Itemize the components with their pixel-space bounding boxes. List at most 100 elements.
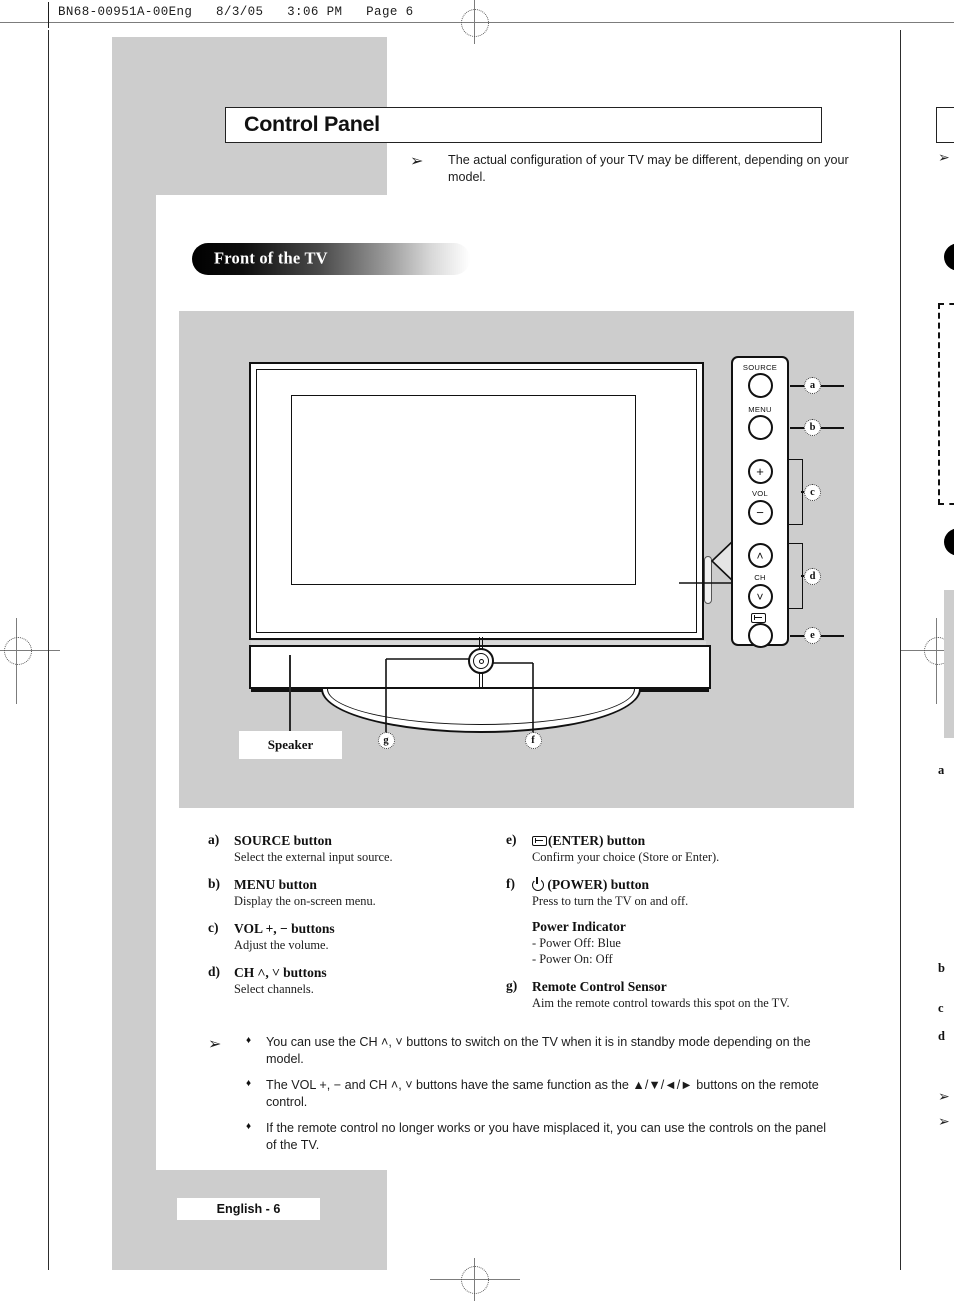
bottom-notes: ➢ ♦ You can use the CH ˄, ˅ buttons to s… xyxy=(208,1034,828,1163)
tv-cabinet xyxy=(249,362,704,640)
ch-down-button[interactable]: ˅ xyxy=(747,584,773,609)
gray-block-left-rail xyxy=(112,195,156,1270)
legend-sub-g: Aim the remote control towards this spot… xyxy=(532,996,790,1010)
legend-head-c: VOL +, − buttons xyxy=(234,921,335,936)
note-item-2: ♦ The VOL +, − and CH ˄, ˅ buttons have … xyxy=(246,1077,828,1111)
source-button[interactable] xyxy=(747,373,773,398)
legend-sub-e: Confirm your choice (Store or Enter). xyxy=(532,850,720,864)
ch-up-button[interactable]: ˄ xyxy=(747,543,773,568)
note-bullet-icon-2: ♦ xyxy=(246,1078,252,1089)
power-indicator-head: Power Indicator xyxy=(532,919,626,934)
legend-head-f: (POWER) button xyxy=(532,876,858,893)
bleed-letter-c: c xyxy=(938,1001,944,1015)
legend-column-left: a) SOURCE button Select the external inp… xyxy=(208,832,498,1008)
legend-sub-a: Select the external input source. xyxy=(234,850,393,864)
bleed-arrow-top-icon: ➢ xyxy=(938,150,950,166)
ch-label: CH xyxy=(754,573,766,582)
ch-up-glyph: ˄ xyxy=(756,548,764,563)
enter-icon-legend xyxy=(532,836,547,846)
bleed-blob-2 xyxy=(944,528,954,556)
legend-item-power: f) (POWER) button Press to turn the TV o… xyxy=(506,876,858,967)
callout-c: c xyxy=(804,483,821,501)
note-item-3: ♦ If the remote control no longer works … xyxy=(246,1120,828,1154)
callout-d: d xyxy=(804,567,821,585)
legend-key-g: g) xyxy=(506,978,518,993)
page-title: Control Panel xyxy=(244,112,380,136)
notes-list: ♦ You can use the CH ˄, ˅ buttons to swi… xyxy=(246,1034,828,1154)
vol-up-button[interactable]: + xyxy=(747,459,773,484)
power-indicator-core xyxy=(478,658,484,664)
source-label: SOURCE xyxy=(742,363,778,372)
registration-mark-bottom xyxy=(461,1266,489,1294)
ch-down-glyph: ˅ xyxy=(756,589,764,604)
speaker-leader-line xyxy=(289,655,291,733)
note-arrow-icon: ➢ xyxy=(410,151,424,170)
callout-e: e xyxy=(804,626,821,644)
page-footer: English - 6 xyxy=(177,1198,320,1220)
menu-button[interactable] xyxy=(747,415,773,440)
vol-minus-glyph: − xyxy=(756,505,764,520)
legend-sub-c: Adjust the volume. xyxy=(234,938,329,952)
note-bullet-icon-3: ♦ xyxy=(246,1121,252,1132)
legend-key-b: b) xyxy=(208,876,221,891)
legend-head-e-text: (ENTER) button xyxy=(548,833,646,848)
vol-plus-glyph: + xyxy=(756,464,764,479)
callout-a: a xyxy=(804,376,821,394)
bleed-arrow-mid-icon: ➢ xyxy=(938,1089,950,1105)
bleed-arrow-bottom-icon: ➢ xyxy=(938,1114,950,1130)
legend-item-sensor: g) Remote Control Sensor Aim the remote … xyxy=(506,978,858,1011)
legend-key-d: d) xyxy=(208,964,221,979)
legend-sub-d: Select channels. xyxy=(234,982,314,996)
bleed-dashed-panel xyxy=(938,303,954,505)
note-text-1: You can use the CH ˄, ˅ buttons to switc… xyxy=(266,1035,811,1066)
power-indicator-line-1: - Power Off: Blue xyxy=(532,936,621,950)
power-icon-legend xyxy=(532,877,544,891)
bleed-gray-block xyxy=(944,590,954,738)
legend-head-g: Remote Control Sensor xyxy=(532,979,667,994)
legend-item-vol: c) VOL +, − buttons Adjust the volume. xyxy=(208,920,498,953)
legend-key-f: f) xyxy=(506,876,515,891)
legend-sub-b: Display the on-screen menu. xyxy=(234,894,376,908)
vol-down-button[interactable]: − xyxy=(747,500,773,525)
legend-item-source: a) SOURCE button Select the external inp… xyxy=(208,832,498,865)
sensor-stem-bottom xyxy=(479,673,483,687)
scan-header-text: BN68-00951A-00Eng 8/3/05 3:06 PM Page 6 xyxy=(58,5,414,19)
bleed-title-box xyxy=(936,107,954,143)
note-item-1: ♦ You can use the CH ˄, ˅ buttons to swi… xyxy=(246,1034,828,1068)
page-edge-left xyxy=(48,30,49,1270)
callout-b: b xyxy=(804,418,821,436)
scan-header-rule xyxy=(48,2,49,28)
legend-head-b: MENU button xyxy=(234,877,317,892)
legend-head-f-text: (POWER) button xyxy=(547,877,650,892)
legend-item-ch: d) CH ˄, ˅ buttons Select channels. xyxy=(208,964,498,997)
legend-head-e: (ENTER) button xyxy=(532,832,858,849)
top-note-text: The actual configuration of your TV may … xyxy=(448,153,849,184)
bleed-letter-d: d xyxy=(938,1029,945,1043)
callout-f: f xyxy=(524,732,542,749)
page-edge-right xyxy=(900,30,901,1270)
bleed-blob-1 xyxy=(944,243,954,271)
legend-item-enter: e) (ENTER) button Confirm your choice (S… xyxy=(506,832,858,865)
callout-g: g xyxy=(377,732,395,749)
note-text-2: The VOL +, − and CH ˄, ˅ buttons have th… xyxy=(266,1078,819,1109)
legend-sub-f: Press to turn the TV on and off. xyxy=(532,894,689,908)
bleed-letter-a: a xyxy=(938,763,945,777)
gray-block-bottom xyxy=(112,1170,387,1270)
legend-column-right: e) (ENTER) button Confirm your choice (S… xyxy=(506,832,858,1022)
speaker-label: Speaker xyxy=(239,731,342,759)
legend-head-a: SOURCE button xyxy=(234,833,332,848)
legend-key-a: a) xyxy=(208,832,220,847)
note-text-3: If the remote control no longer works or… xyxy=(266,1121,827,1152)
vol-label: VOL xyxy=(751,489,769,498)
legend-head-d: CH ˄, ˅ buttons xyxy=(234,965,327,980)
section-header-front-of-tv: Front of the TV xyxy=(192,243,470,275)
legend-key-e: e) xyxy=(506,832,517,847)
enter-button[interactable] xyxy=(747,623,773,648)
facing-page-bleed: ➢ a b c d ➢ ➢ xyxy=(920,0,954,1301)
legend-key-c: c) xyxy=(208,920,219,935)
menu-label: MENU xyxy=(748,405,772,414)
page-title-box: Control Panel xyxy=(225,107,822,143)
note-bullet-icon-1: ♦ xyxy=(246,1035,252,1046)
bleed-letter-b: b xyxy=(938,961,945,975)
registration-mark-left xyxy=(4,637,32,665)
